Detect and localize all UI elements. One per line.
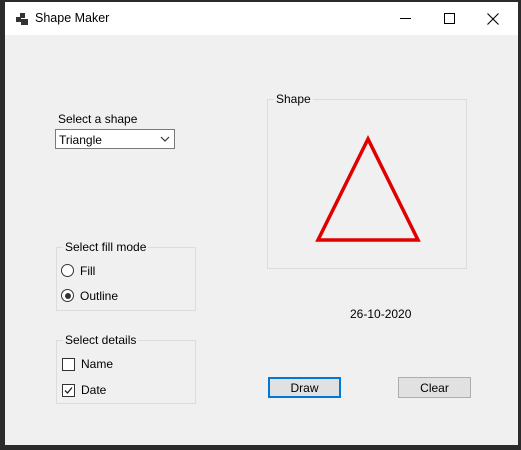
fill-mode-group: Select fill mode [56,240,196,311]
minimize-icon [399,18,411,19]
maximize-icon [443,13,455,24]
minimize-button[interactable] [383,2,427,35]
outline-radio[interactable] [61,289,74,302]
draw-button[interactable]: Draw [268,377,341,398]
app-icon [16,13,28,25]
fill-mode-title: Select fill mode [63,240,149,254]
date-checkbox[interactable] [62,384,75,397]
shape-select-label: Select a shape [58,112,138,126]
clear-button[interactable]: Clear [398,377,471,398]
name-checkbox-label[interactable]: Name [81,357,113,371]
fill-radio[interactable] [61,264,74,277]
details-group: Select details [56,333,196,404]
shape-select-dropdown[interactable]: Triangle [55,129,175,149]
close-button[interactable] [471,2,515,35]
radio-selected-dot [64,292,71,299]
shape-group-title: Shape [274,92,313,106]
fill-radio-label[interactable]: Fill [80,264,95,278]
close-icon [487,12,499,25]
details-title: Select details [63,333,139,347]
outline-radio-label[interactable]: Outline [80,289,118,303]
triangle-shape [315,135,421,242]
shape-select-value: Triangle [59,133,102,147]
checkmark-icon [64,387,73,394]
app-window: Shape Maker Select a shape Triangle Sele… [0,0,521,450]
name-checkbox[interactable] [62,358,75,371]
date-label: 26-10-2020 [350,307,412,321]
chevron-down-icon [160,136,170,142]
maximize-button[interactable] [427,2,471,35]
form-client-area: Select a shape Triangle Select fill mode… [5,35,518,445]
shape-canvas [315,135,421,242]
window-title: Shape Maker [35,11,110,25]
date-checkbox-label[interactable]: Date [81,383,106,397]
title-bar[interactable]: Shape Maker [5,2,518,35]
